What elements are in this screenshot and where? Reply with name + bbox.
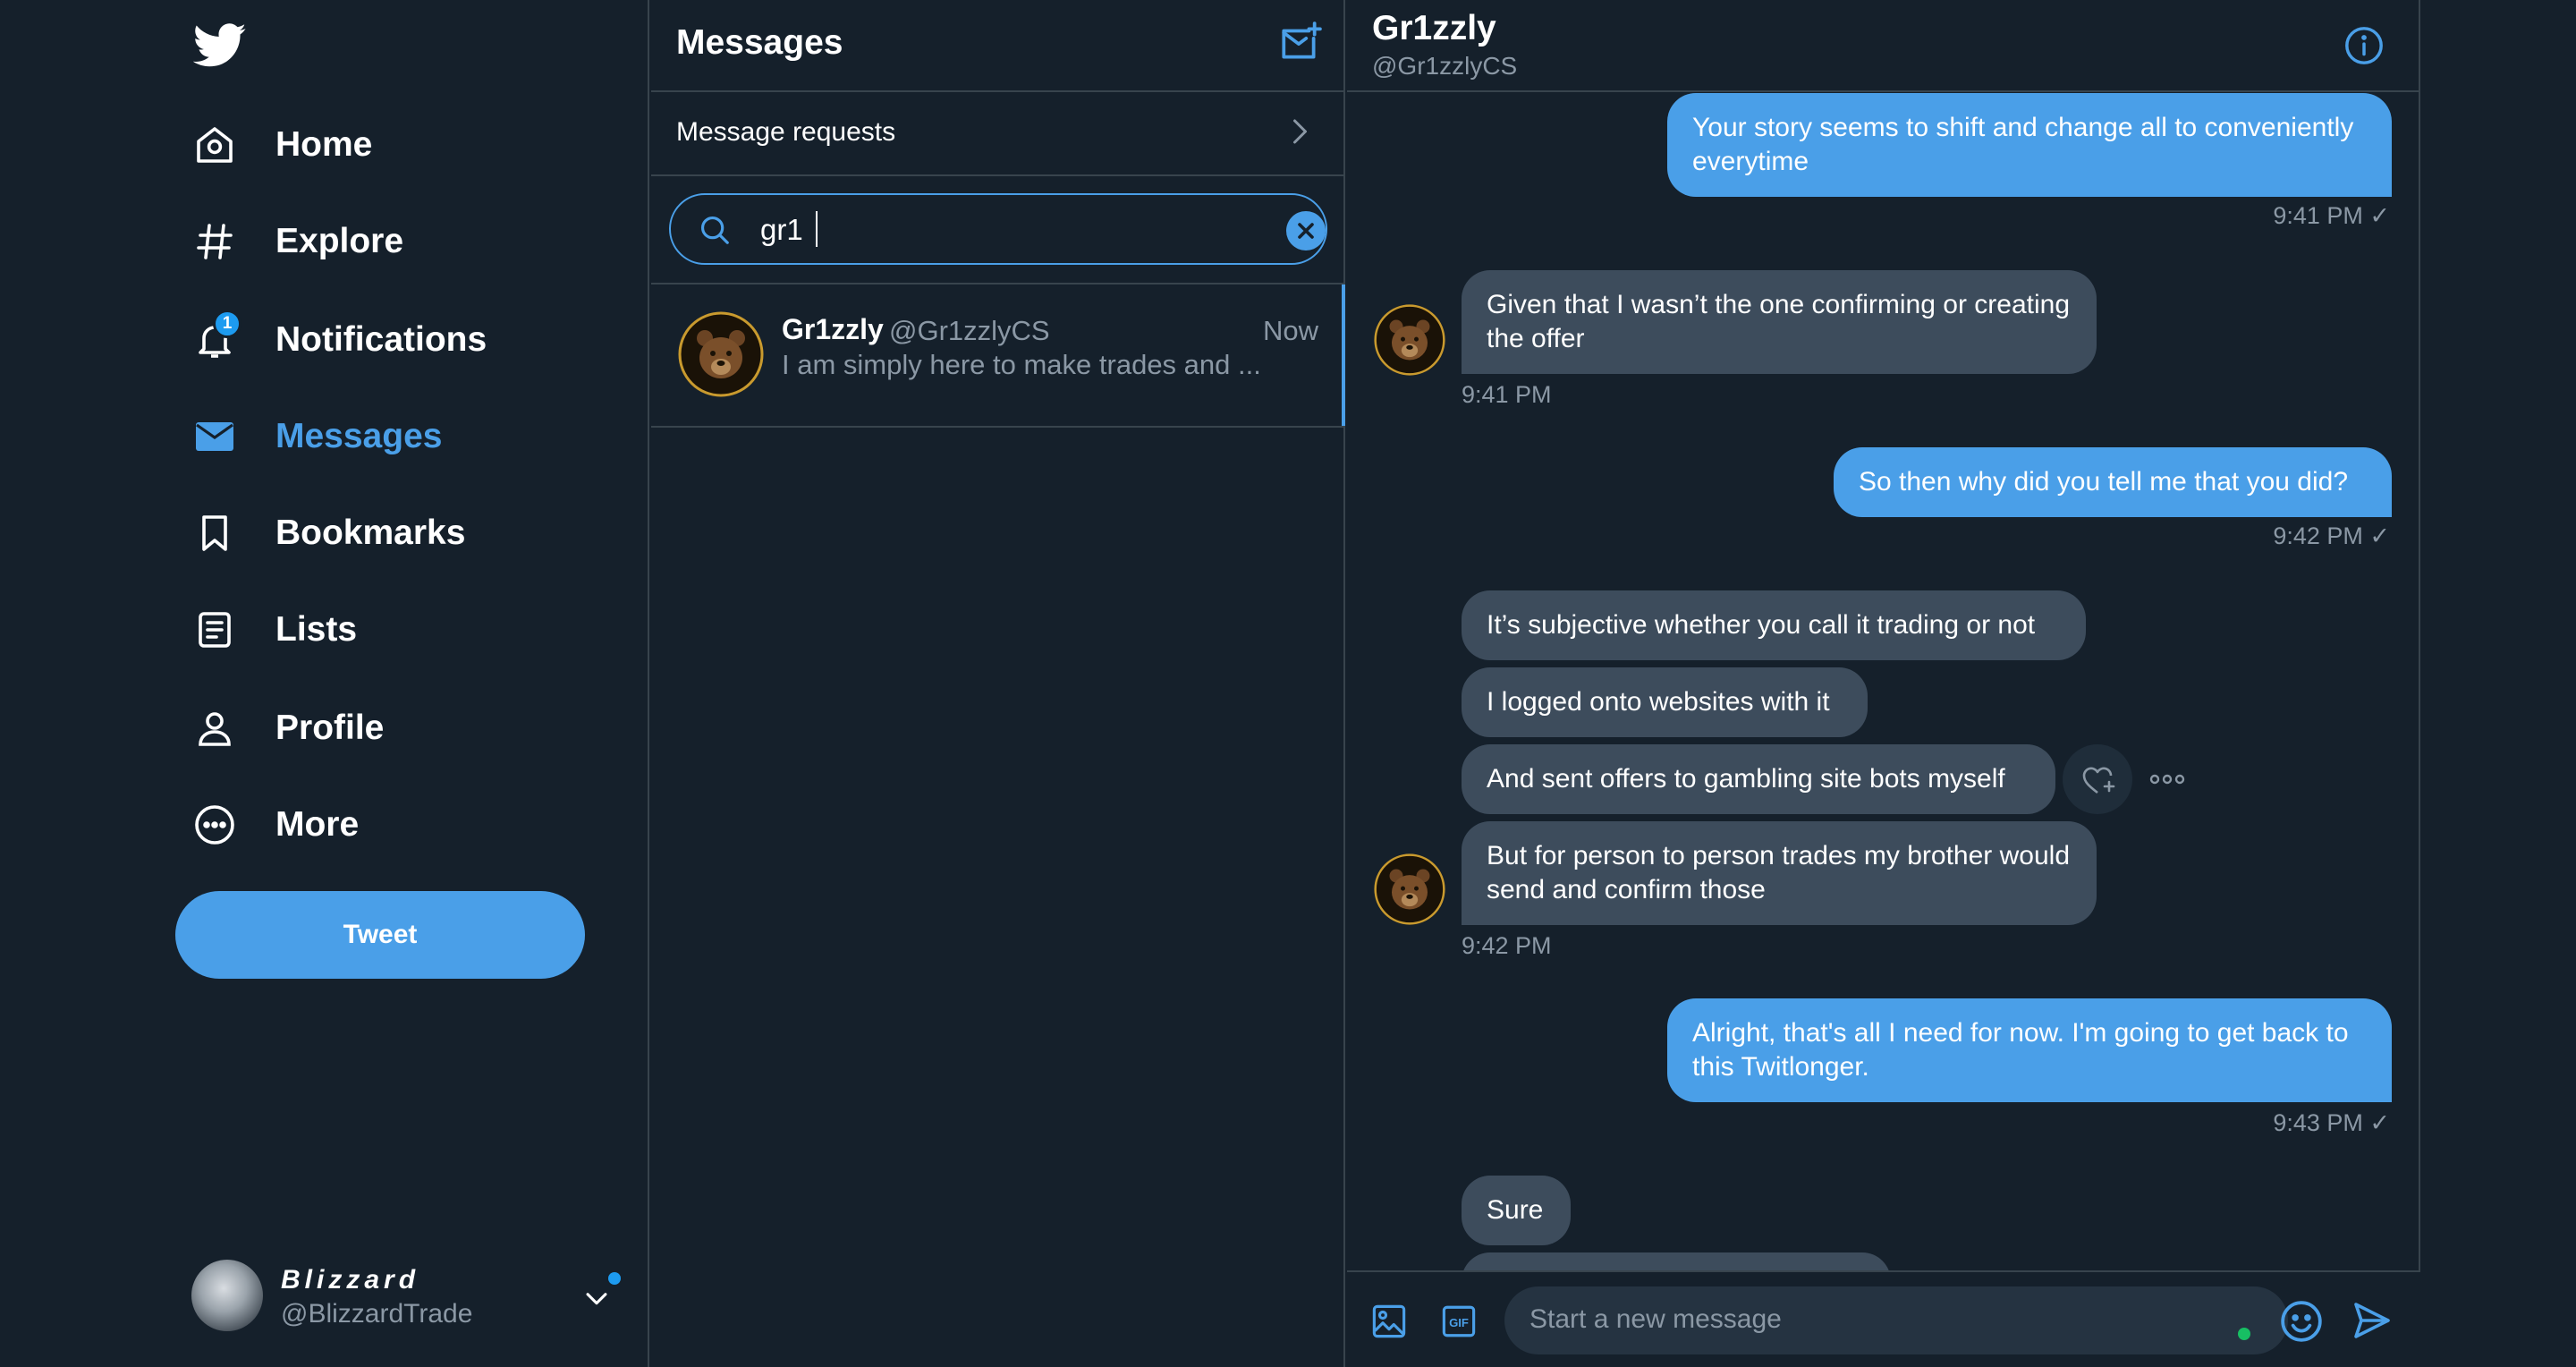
conversation-handle: @Gr1zzlyCS [889,315,1050,346]
person-icon [190,703,240,753]
emoji-icon[interactable] [2279,1299,2324,1344]
message-requests-label: Message requests [676,117,896,147]
bear-avatar [1374,304,1445,376]
nav-notifications[interactable]: 1 Notifications [190,302,487,378]
avatar [191,1260,263,1331]
conversation-list-panel: Messages Message requests gr1 Gr1zzly @G… [651,0,1345,1367]
message-composer: GIF Start a new message [1347,1270,2420,1367]
tweet-button[interactable]: Tweet [175,891,585,979]
message-bubble-sent[interactable]: So then why did you tell me that you did… [1834,447,2392,517]
chevron-right-icon [1293,119,1307,144]
more-horizontal-icon[interactable] [2147,759,2188,800]
nav-explore[interactable]: Explore [190,204,403,279]
notification-count-badge: 1 [213,310,242,338]
nav-messages[interactable]: Messages [190,399,442,474]
nav-profile-label: Profile [275,709,385,747]
message-input[interactable]: Start a new message [1504,1286,2288,1354]
nav-profile[interactable]: Profile [190,691,384,766]
text-cursor [816,211,818,247]
conversation-time: Now [1263,315,1319,346]
message-timestamp: 9:41 PM ✓ [2273,202,2390,229]
info-icon[interactable] [2343,25,2385,66]
nav-lists[interactable]: Lists [190,592,357,667]
chat-panel: Gr1zzly @Gr1zzlyCS Your story seems to s… [1347,0,2420,1367]
twitter-logo-icon[interactable] [193,23,247,68]
nav-explore-label: Explore [275,222,404,260]
send-icon[interactable] [2351,1299,2394,1342]
heart-plus-icon [2082,767,2115,794]
nav-home-label: Home [275,125,373,164]
account-handle: @BlizzardTrade [281,1299,473,1329]
nav-more-label: More [275,805,360,844]
close-icon [1298,223,1314,239]
bookmark-icon [190,508,240,558]
nav-more[interactable]: More [190,787,359,862]
message-requests-row[interactable]: Message requests [651,92,1345,174]
selected-indicator [1342,284,1345,426]
message-bubble-sent[interactable]: Alright, that's all I need for now. I'm … [1667,998,2392,1102]
primary-navigation: Home Explore 1 Notifications Messages Bo… [0,0,649,1367]
message-timestamp: 9:42 PM ✓ [2273,522,2390,549]
bell-icon: 1 [190,310,242,365]
nav-lists-label: Lists [275,610,358,649]
message-bubble-received[interactable]: And sent offers to gambling site bots my… [1462,744,2055,814]
message-text: So then why did you tell me that you did… [1859,467,2349,497]
message-timestamp: 9:41 PM [1462,381,1552,408]
home-icon [190,120,240,170]
bear-avatar [678,311,764,397]
message-bubble-received[interactable]: But for person to person trades my broth… [1462,821,2097,925]
message-timestamp: 9:43 PM ✓ [2273,1109,2390,1136]
conversation-item[interactable]: Gr1zzly @Gr1zzlyCS Now I am simply here … [651,284,1345,426]
clear-search-button[interactable] [1286,211,1326,250]
search-input[interactable]: gr1 [760,213,803,247]
list-icon [190,605,240,655]
divider [651,174,1345,176]
message-bubble-received[interactable]: Given that I wasn’t the one confirming o… [1462,270,2097,374]
react-button[interactable] [2063,744,2132,814]
message-bubble-received[interactable]: Sure [1462,1176,1571,1245]
hashtag-icon [190,217,240,267]
conversation-preview: I am simply here to make trades and ... [782,349,1261,380]
search-icon [700,216,729,244]
message-timestamp: 9:42 PM [1462,932,1552,959]
svg-text:GIF: GIF [1449,1316,1469,1329]
chat-contact-handle: @Gr1zzlyCS [1372,52,1518,80]
more-circle-icon [190,800,240,850]
search-field[interactable]: gr1 [669,193,1327,265]
message-text: It’s subjective whether you call it trad… [1487,610,2036,640]
message-text: Your story seems to shift and change all… [1692,113,2354,176]
nav-messages-label: Messages [275,417,443,455]
envelope-icon [190,412,240,462]
divider [651,426,1345,428]
message-text: I logged onto websites with it [1487,687,1830,717]
conversation-name: Gr1zzly [782,313,884,345]
message-bubble-received[interactable]: I logged onto websites with it [1462,667,1868,737]
message-text: Sure [1487,1195,1544,1225]
message-text: Alright, that's all I need for now. I'm … [1692,1018,2349,1082]
nav-home[interactable]: Home [190,107,372,183]
image-icon[interactable] [1370,1303,1408,1340]
new-message-icon[interactable] [1277,20,1322,64]
message-text: But for person to person trades my broth… [1487,841,2071,904]
divider [1347,90,2420,92]
chat-contact-name: Gr1zzly [1372,9,1496,47]
account-name: Blizzard [281,1265,420,1295]
nav-notifications-label: Notifications [275,320,487,359]
gif-icon[interactable]: GIF [1440,1303,1478,1340]
message-text: Given that I wasn’t the one confirming o… [1487,290,2071,353]
nav-bookmarks-label: Bookmarks [275,514,466,552]
page-margin [2422,0,2576,1367]
nav-bookmarks[interactable]: Bookmarks [190,496,465,571]
message-input-placeholder: Start a new message [1530,1304,1782,1334]
message-bubble-sent[interactable]: Your story seems to shift and change all… [1667,93,2392,197]
bear-avatar [1374,853,1445,925]
message-text: And sent offers to gambling site bots my… [1487,764,2005,794]
chevron-down-icon [586,1293,607,1305]
status-dot [2238,1328,2250,1340]
message-bubble-received[interactable]: It’s subjective whether you call it trad… [1462,590,2086,660]
account-switcher[interactable]: Blizzard @BlizzardTrade [188,1252,621,1338]
messages-title: Messages [676,23,843,62]
